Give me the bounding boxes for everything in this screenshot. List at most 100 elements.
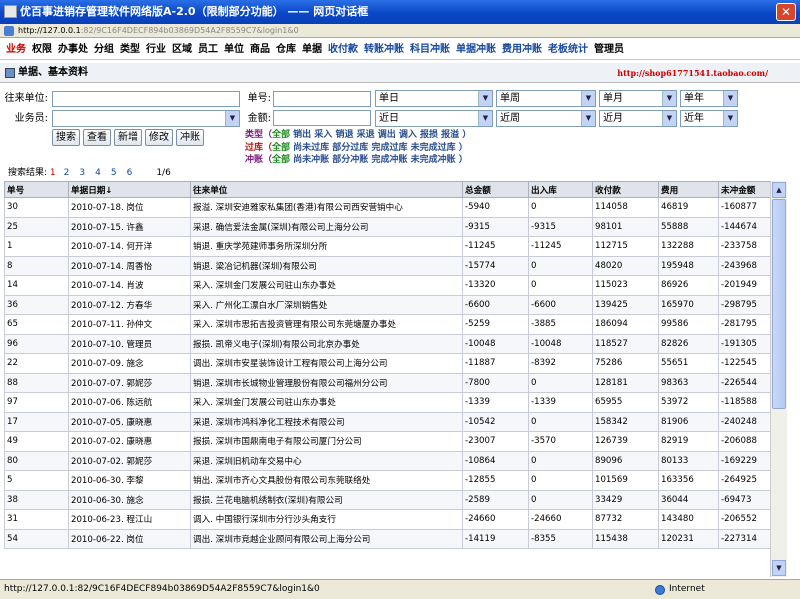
column-header[interactable]: 未冲金额 — [718, 181, 771, 198]
scroll-up-icon[interactable]: ▲ — [772, 182, 786, 198]
table-cell: 1 — [4, 236, 69, 257]
table-row[interactable]: 25 2010-07-15. 许鑫 采退. 确信爱法金属(深圳)有限公司上海分公司 -… — [4, 216, 771, 237]
menu-item[interactable]: 仓库 — [276, 44, 296, 55]
table-row[interactable]: 8 2010-07-14. 周香怡 销退. 梁冶记机器(深圳)有限公司 -15774 0… — [4, 255, 771, 276]
offset-button[interactable]: 冲账 — [176, 129, 204, 146]
table-row[interactable]: 38 2010-06-30. 施念 报损. 兰花电脑机绣制衣(深圳)有限公司 -258… — [4, 489, 771, 510]
table-row[interactable]: 17 2010-07-05. 康晓惠 采退. 深圳市鸿科净化工程技术有限公司 -105… — [4, 411, 771, 432]
menu-item[interactable]: 业务 — [6, 44, 26, 55]
table-cell: 0 — [528, 489, 593, 510]
table-row[interactable]: 1 2010-07-14. 何开洋 销退. 重庆学苑建师事务所深圳分所 -11245-… — [4, 236, 771, 257]
menu-item[interactable]: 分组 — [94, 44, 114, 55]
page-link[interactable]: 6 — [127, 168, 133, 178]
table-row[interactable]: 97 2010-07-06. 陈远航 采入. 深圳金门发展公司驻山东办事处 -1339… — [4, 392, 771, 413]
shop-link[interactable]: http://shop61771541.taobao.com/ — [617, 63, 768, 83]
main-menu: 业务 权限 办事处 分组 类型 行业 区域 员工 单位 商品 仓库 单据 收付款 转账冲账 科目冲账 单据冲账… — [0, 40, 800, 60]
menu-item[interactable]: 行业 — [146, 44, 166, 55]
table-row[interactable]: 49 2010-07-02. 康晓惠 报损. 深圳市国鼎南电子有限公司厦门分公司 -2… — [4, 431, 771, 452]
menu-item[interactable]: 员工 — [198, 44, 218, 55]
table-cell: -24660 — [528, 509, 593, 530]
page-link[interactable]: 4 — [95, 168, 101, 178]
docno-input[interactable] — [273, 91, 371, 107]
post-options[interactable]: 尚未过库 部分过库 完成过库 未完成过库 ） — [293, 143, 468, 153]
recent-week-select[interactable]: 近周 ▼ — [496, 110, 596, 127]
table-row[interactable]: 22 2010-07-09. 施念 调出. 深圳市安星装饰设计工程有限公司上海分公司… — [4, 353, 771, 374]
table-cell: 36 — [4, 294, 69, 315]
menu-item[interactable]: 单据冲账 — [456, 44, 496, 55]
recent-year-select[interactable]: 近年 ▼ — [680, 110, 738, 127]
table-cell: 0 — [528, 372, 593, 393]
type-options[interactable]: 销出 采入 销退 采退 调出 调入 报损 报溢 ） — [293, 130, 471, 140]
table-cell: -118588 — [718, 392, 771, 413]
menu-item[interactable]: 管理员 — [594, 44, 624, 55]
menu-item[interactable]: 单位 — [224, 44, 244, 55]
page-link[interactable]: 2 — [64, 168, 70, 178]
table-cell: 2010-07-14. 周香怡 — [68, 255, 191, 276]
add-button[interactable]: 新增 — [114, 129, 142, 146]
table-scrollbar[interactable]: ▲ ▼ — [770, 181, 787, 577]
close-icon[interactable]: ✕ — [776, 3, 796, 21]
menu-item[interactable]: 科目冲账 — [410, 44, 450, 55]
table-cell: -191305 — [718, 333, 771, 354]
partner-input[interactable] — [52, 91, 240, 107]
post-all-option[interactable]: 全部 — [272, 143, 290, 153]
salesman-select[interactable]: ▼ — [52, 110, 240, 127]
offset-filter: 冲账（全部 尚未冲账 部分冲账 完成冲账 未完成冲账 ） — [245, 155, 468, 165]
scroll-down-icon[interactable]: ▼ — [772, 560, 786, 576]
section-icon — [5, 68, 15, 78]
page-link[interactable]: 5 — [111, 168, 117, 178]
single-day-select[interactable]: 单日 ▼ — [375, 90, 493, 107]
offset-all-option[interactable]: 全部 — [272, 155, 290, 165]
menu-item[interactable]: 商品 — [250, 44, 270, 55]
menu-item[interactable]: 费用冲账 — [502, 44, 542, 55]
menu-item[interactable]: 类型 — [120, 44, 140, 55]
table-cell: 2010-07-12. 方春华 — [68, 294, 191, 315]
single-year-select[interactable]: 单年 ▼ — [680, 90, 738, 107]
recent-day-select[interactable]: 近日 ▼ — [375, 110, 493, 127]
scroll-thumb[interactable] — [772, 199, 786, 409]
single-month-select[interactable]: 单月 ▼ — [599, 90, 677, 107]
search-button[interactable]: 搜索 — [52, 129, 80, 146]
amount-input[interactable] — [273, 110, 371, 126]
column-header[interactable]: 出入库 — [528, 181, 593, 198]
menu-item[interactable]: 办事处 — [58, 44, 88, 55]
amount-label: 金额: — [247, 113, 271, 124]
edit-button[interactable]: 修改 — [145, 129, 173, 146]
table-row[interactable]: 30 2010-07-18. 岗位 报溢. 深圳安迪雅家私集团(香港)有限公司西安营… — [4, 197, 771, 218]
menu-item[interactable]: 区域 — [172, 44, 192, 55]
table-row[interactable]: 65 2010-07-11. 孙仲文 采入. 深圳市思拓吉投资管理有限公司东莞塘厦办… — [4, 314, 771, 335]
table-cell: 120231 — [658, 528, 719, 549]
table-cell: 80133 — [658, 450, 719, 471]
menu-item[interactable]: 收付款 — [328, 44, 358, 55]
table-row[interactable]: 80 2010-07-02. 郭妮莎 采退. 深圳旧机动车交易中心 -10864 0 89… — [4, 450, 771, 471]
offset-options[interactable]: 尚未冲账 部分冲账 完成冲账 未完成冲账 ） — [293, 155, 468, 165]
table-cell: 82826 — [658, 333, 719, 354]
table-cell: 销出. 深圳市齐心文具股份有限公司东莞联络处 — [190, 470, 463, 491]
recent-month-select[interactable]: 近月 ▼ — [599, 110, 677, 127]
table-row[interactable]: 36 2010-07-12. 方春华 采入. 广州化工漂白水厂深圳销售处 -6600-… — [4, 294, 771, 315]
table-row[interactable]: 31 2010-06-23. 程江山 调入. 中国银行深圳市分行沙头角支行 -2466… — [4, 509, 771, 530]
table-row[interactable]: 96 2010-07-10. 管理员 报损. 凯帝义电子(深圳)有限公司北京办事处 -… — [4, 333, 771, 354]
type-all-option[interactable]: 全部 — [272, 130, 290, 140]
table-row[interactable]: 88 2010-07-07. 郭妮莎 销退. 深圳市长城物业管理股份有限公司福州分公… — [4, 372, 771, 393]
table-row[interactable]: 14 2010-07-14. 肖波 采入. 深圳金门发展公司驻山东办事处 -13320… — [4, 275, 771, 296]
single-week-select[interactable]: 单周 ▼ — [496, 90, 596, 107]
page-link[interactable]: 3 — [79, 168, 85, 178]
column-header[interactable]: 单号 — [4, 181, 69, 198]
column-header[interactable]: 总金额 — [462, 181, 529, 198]
menu-item[interactable]: 单据 — [302, 44, 322, 55]
table-cell: -10542 — [462, 411, 529, 432]
menu-item[interactable]: 老板统计 — [548, 44, 588, 55]
column-header[interactable]: 单据日期↓ — [68, 181, 191, 198]
menu-item[interactable]: 权限 — [32, 44, 52, 55]
table-row[interactable]: 5 2010-06-30. 李黎 销出. 深圳市齐心文具股份有限公司东莞联络处 -12… — [4, 470, 771, 491]
security-zone: Internet — [655, 580, 705, 599]
table-cell: -24660 — [462, 509, 529, 530]
menu-item[interactable]: 转账冲账 — [364, 44, 404, 55]
table-cell: -23007 — [462, 431, 529, 452]
column-header[interactable]: 往来单位 — [190, 181, 463, 198]
view-button[interactable]: 查看 — [83, 129, 111, 146]
column-header[interactable]: 收付款 — [592, 181, 659, 198]
column-header[interactable]: 费用 — [658, 181, 719, 198]
table-row[interactable]: 54 2010-06-22. 岗位 调出. 深圳市竞越企业顾问有限公司上海分公司 -1… — [4, 528, 771, 549]
